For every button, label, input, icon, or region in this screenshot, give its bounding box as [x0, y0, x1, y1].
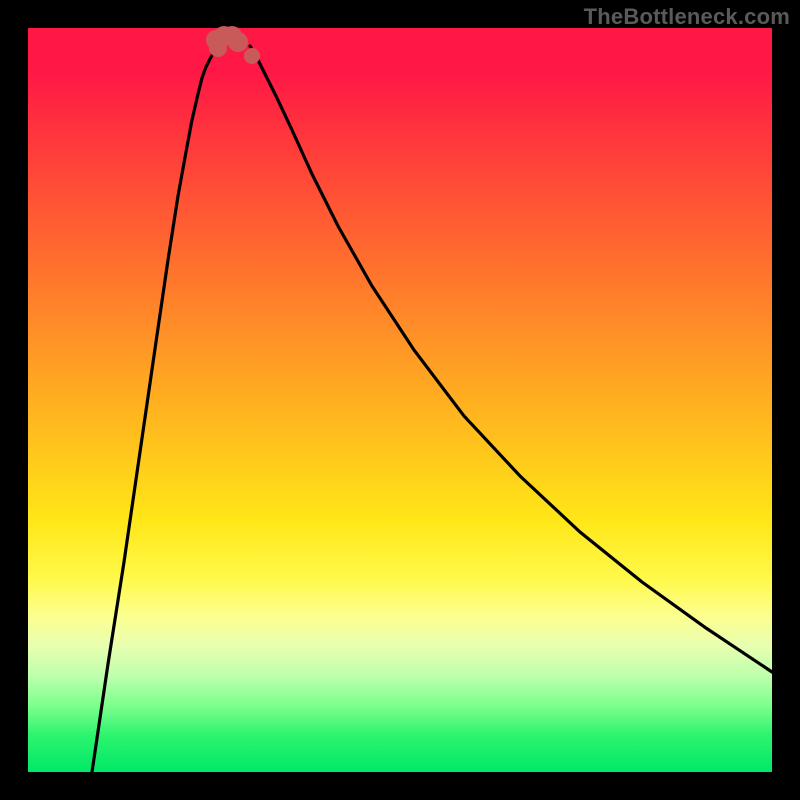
bottom-markers — [206, 26, 260, 64]
curve-layer — [28, 28, 772, 772]
marker-dot — [228, 32, 248, 52]
left-branch-curve — [92, 46, 218, 772]
watermark-text: TheBottleneck.com — [584, 4, 790, 30]
chart-frame: TheBottleneck.com — [0, 0, 800, 800]
plot-area — [28, 28, 772, 772]
right-branch-curve — [250, 46, 772, 672]
marker-dot — [244, 48, 260, 64]
